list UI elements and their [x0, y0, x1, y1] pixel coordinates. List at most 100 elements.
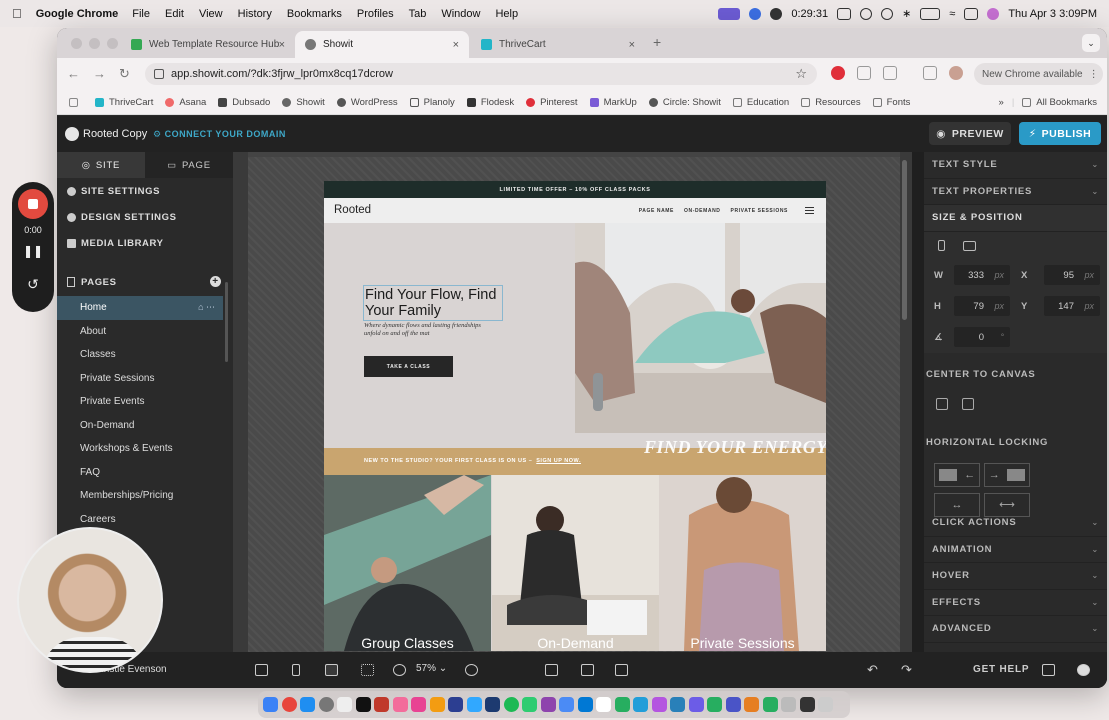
profile-avatar[interactable]: [949, 66, 963, 80]
left-panel-scrollbar[interactable]: [225, 282, 228, 362]
lightroom-icon[interactable]: [448, 697, 463, 712]
tab-thrivecart[interactable]: ThriveCart ×: [471, 31, 645, 58]
lock-right-button[interactable]: →: [984, 462, 1030, 487]
publish-button[interactable]: ⚡ PUBLISH: [1019, 122, 1101, 145]
close-tab-icon[interactable]: ×: [629, 39, 635, 51]
hero-subheadline[interactable]: Where dynamic flows and lasting friendsh…: [364, 322, 494, 338]
podcasts-icon[interactable]: [651, 697, 667, 712]
site-nav[interactable]: Rooted PAGE NAME ON-DEMAND PRIVATE SESSI…: [324, 198, 826, 223]
find-your-energy-text[interactable]: FIND YOUR ENERGY: [644, 437, 826, 458]
page-item-memberships[interactable]: Memberships/Pricing: [57, 484, 233, 508]
bookmark-dubsado[interactable]: Dubsado: [218, 97, 270, 108]
word-icon[interactable]: [670, 697, 685, 712]
pinterest-extension-icon[interactable]: [831, 66, 845, 80]
tablet-view-icon[interactable]: [255, 664, 268, 676]
chat-icon[interactable]: [1077, 664, 1090, 676]
site-settings-item[interactable]: SITE SETTINGS: [57, 178, 233, 204]
acrobat-icon[interactable]: [374, 697, 389, 712]
zoom-icon[interactable]: [749, 7, 762, 20]
menu-view[interactable]: View: [199, 8, 223, 20]
showit-logo-icon[interactable]: [65, 127, 79, 141]
menu-profiles[interactable]: Profiles: [357, 8, 394, 20]
tab-web-template-resource-hub[interactable]: Web Template Resource Hub ×: [121, 31, 295, 58]
screen-share-icon[interactable]: [718, 7, 741, 20]
close-tab-icon[interactable]: ×: [279, 39, 285, 51]
page-item-private-events[interactable]: Private Events: [57, 390, 233, 414]
tab-showit[interactable]: Showit ×: [295, 31, 469, 58]
lock-left-button[interactable]: ←: [934, 462, 980, 487]
messages-icon[interactable]: [522, 697, 537, 712]
address-bar[interactable]: app.showit.com/?dk:3fjrw_lpr0mx8cq17dcro…: [145, 63, 817, 85]
bookmark-asana[interactable]: Asana: [165, 97, 206, 108]
menubar-app-name[interactable]: Google Chrome: [36, 8, 119, 20]
redo-icon[interactable]: ↷: [901, 662, 912, 678]
hamburger-menu-icon[interactable]: [805, 207, 814, 214]
y-input[interactable]: 147 px: [1044, 296, 1100, 316]
siri-icon[interactable]: [987, 7, 1000, 20]
page-item-faq[interactable]: FAQ: [57, 461, 233, 485]
outlook-icon[interactable]: [577, 697, 593, 712]
apple-icon[interactable]: : [12, 6, 22, 21]
reading-list-icon[interactable]: [923, 66, 937, 80]
canvas-scrollbar[interactable]: [902, 160, 907, 320]
menu-history[interactable]: History: [238, 8, 272, 20]
restart-icon[interactable]: ↺: [12, 276, 54, 293]
image-tool-icon[interactable]: [615, 664, 628, 676]
menu-tab[interactable]: Tab: [409, 8, 427, 20]
text-properties-section[interactable]: TEXT PROPERTIES ⌄: [924, 179, 1107, 205]
bookmark-star-icon[interactable]: ☆: [795, 66, 807, 82]
media-library-item[interactable]: MEDIA LIBRARY: [57, 230, 233, 256]
bookmark-pinterest[interactable]: Pinterest: [526, 97, 578, 108]
add-page-icon[interactable]: +: [210, 276, 221, 287]
settings-icon[interactable]: [318, 697, 334, 712]
hero-headline[interactable]: Find Your Flow, Find Your Family: [363, 285, 503, 321]
site-name[interactable]: Rooted Copy: [83, 128, 147, 140]
bookmark-showit[interactable]: Showit: [282, 97, 325, 108]
teams-icon[interactable]: [725, 697, 741, 712]
x-input[interactable]: 95 px: [1044, 265, 1100, 285]
page-item-workshops[interactable]: Workshops & Events: [57, 437, 233, 461]
nav-link[interactable]: PRIVATE SESSIONS: [731, 208, 788, 214]
menu-window[interactable]: Window: [441, 8, 480, 20]
facetime-icon[interactable]: [707, 697, 722, 712]
nav-link[interactable]: ON-DEMAND: [684, 208, 721, 214]
stop-recording-button[interactable]: [18, 189, 48, 219]
site-logo[interactable]: Rooted: [334, 204, 371, 216]
bookmark-flodesk[interactable]: Flodesk: [466, 97, 514, 108]
menubar-clock[interactable]: Thu Apr 3 3:09PM: [1008, 8, 1097, 20]
tile-private-sessions[interactable]: Private Sessions: [659, 475, 826, 651]
zoom-level[interactable]: 57% ⌄: [416, 663, 447, 674]
telegram-icon[interactable]: [633, 697, 648, 712]
rotation-input[interactable]: 0 °: [954, 327, 1010, 347]
bookmark-wordpress[interactable]: WordPress: [336, 97, 398, 108]
back-arrow-icon[interactable]: ←: [67, 66, 80, 81]
connect-domain-link[interactable]: ⚙ CONNECT YOUR DOMAIN: [153, 129, 286, 140]
battery-icon[interactable]: [920, 7, 941, 20]
dropbox-icon[interactable]: [540, 697, 556, 712]
new-tab-button[interactable]: +: [653, 34, 661, 50]
design-canvas[interactable]: LIMITED TIME OFFER – 10% OFF CLASS PACKS…: [233, 152, 912, 652]
bookmark-folder-resources[interactable]: Resources: [801, 97, 861, 108]
bookmark-markup[interactable]: MarkUp: [589, 97, 637, 108]
grid-icon[interactable]: [361, 664, 374, 676]
photos-icon[interactable]: [596, 697, 611, 712]
hero-image-yoga-class[interactable]: [575, 223, 826, 433]
height-input[interactable]: 79 px: [954, 296, 1010, 316]
docs-icon[interactable]: [1042, 664, 1055, 676]
more-bookmarks-chevron-icon[interactable]: »: [999, 97, 1004, 108]
pause-icon[interactable]: ❚❚: [12, 244, 54, 258]
page-options-icon[interactable]: ⌂ ⋯: [198, 302, 215, 313]
new-chrome-available-button[interactable]: New Chrome available ⋮: [974, 63, 1103, 85]
hover-section[interactable]: HOVER ⌄: [924, 563, 1107, 590]
screenshot-app-icon[interactable]: [799, 697, 815, 712]
finder-icon[interactable]: [263, 697, 278, 712]
bookmark-folder-education[interactable]: Education: [732, 97, 789, 108]
bookmark-thrivecart[interactable]: ThriveCart: [95, 97, 153, 108]
maximize-window-button[interactable]: [107, 38, 118, 49]
tile-group-classes[interactable]: Group Classes: [324, 475, 491, 651]
trash-icon[interactable]: [818, 697, 833, 712]
center-vertical-icon[interactable]: [936, 397, 948, 410]
animation-section[interactable]: ANIMATION ⌄: [924, 537, 1107, 563]
chrome-icon[interactable]: [281, 697, 297, 712]
camera-extension-icon[interactable]: [857, 66, 871, 80]
